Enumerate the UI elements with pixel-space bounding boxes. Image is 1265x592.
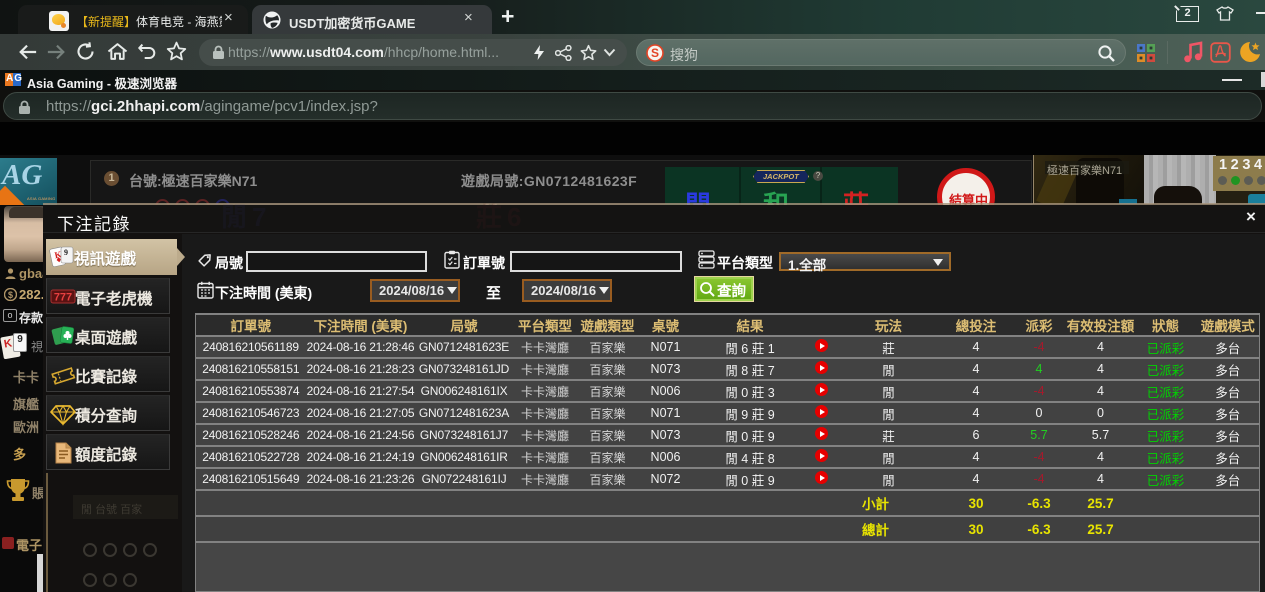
svg-text:9: 9 bbox=[64, 248, 68, 257]
svg-text:777: 777 bbox=[54, 292, 72, 304]
svg-text:$: $ bbox=[8, 290, 13, 300]
svg-text:S: S bbox=[651, 46, 659, 60]
